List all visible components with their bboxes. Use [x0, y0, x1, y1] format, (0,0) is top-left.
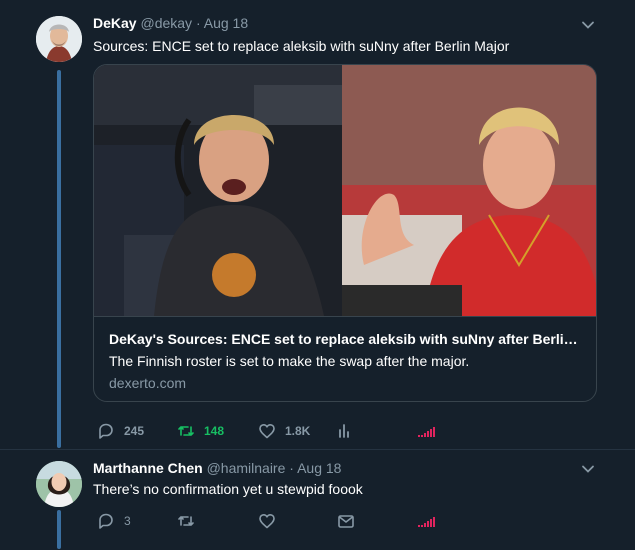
card-description: The Finnish roster is set to make the sw…	[109, 353, 470, 369]
retweet-button[interactable]: 148	[176, 420, 224, 442]
retweet-icon	[178, 426, 194, 436]
promote-icon	[418, 517, 435, 527]
display-name[interactable]: Marthanne Chen	[93, 460, 203, 476]
promote-button[interactable]	[416, 510, 436, 532]
tweet-header: Marthanne Chen @hamilnaire · Aug 18	[93, 460, 341, 476]
card-info: DeKay's Sources: ENCE set to replace ale…	[94, 316, 596, 401]
tweet-date[interactable]: Aug 18	[297, 460, 341, 476]
message-icon	[338, 515, 354, 528]
reply-count: 3	[124, 514, 131, 528]
like-count: 1.8K	[285, 424, 311, 438]
user-handle[interactable]: @hamilnaire	[207, 460, 286, 476]
like-icon	[259, 424, 275, 439]
tweet-marthanne[interactable]: Marthanne Chen @hamilnaire · Aug 18 Ther…	[0, 449, 635, 550]
promote-button[interactable]	[416, 420, 436, 442]
tweet-actions: 3	[96, 510, 536, 532]
separator-dot: ·	[195, 15, 201, 31]
promote-icon	[418, 427, 435, 437]
user-handle[interactable]: @dekay	[140, 15, 192, 31]
retweet-button[interactable]	[176, 510, 196, 532]
retweet-icon	[178, 516, 194, 526]
card-image	[94, 65, 596, 316]
like-button[interactable]: 1.8K	[257, 420, 310, 442]
tweet-text: There’s no confirmation yet u stewpid fo…	[93, 481, 363, 497]
avatar[interactable]	[36, 461, 82, 507]
chevron-down-icon[interactable]	[581, 462, 595, 476]
analytics-button[interactable]	[334, 420, 354, 442]
reply-icon	[99, 423, 113, 439]
display-name[interactable]: DeKay	[93, 15, 137, 31]
direct-message-button[interactable]	[336, 510, 356, 532]
card-title[interactable]: DeKay's Sources: ENCE set to replace ale…	[109, 331, 584, 347]
analytics-icon	[339, 424, 349, 438]
avatar[interactable]	[36, 16, 82, 62]
chevron-down-icon[interactable]	[581, 18, 595, 32]
reply-button[interactable]: 3	[96, 510, 131, 532]
reply-count: 245	[124, 424, 145, 438]
separator-dot: ·	[289, 460, 294, 476]
link-preview-card[interactable]: DeKay's Sources: ENCE set to replace ale…	[93, 64, 597, 402]
like-icon	[259, 514, 275, 529]
reply-icon	[99, 513, 113, 529]
tweet-dekay[interactable]: DeKay @dekay · Aug 18 Sources: ENCE set …	[0, 0, 635, 449]
tweet-actions: 245 148 1.8K	[96, 420, 536, 442]
card-domain: dexerto.com	[109, 375, 187, 391]
tweet-header: DeKay @dekay · Aug 18	[93, 15, 248, 31]
retweet-count: 148	[204, 424, 225, 438]
tweet-date[interactable]: Aug 18	[204, 15, 248, 31]
tweet-text: Sources: ENCE set to replace aleksib wit…	[93, 38, 510, 54]
reply-button[interactable]: 245	[96, 420, 144, 442]
like-button[interactable]	[257, 510, 277, 532]
